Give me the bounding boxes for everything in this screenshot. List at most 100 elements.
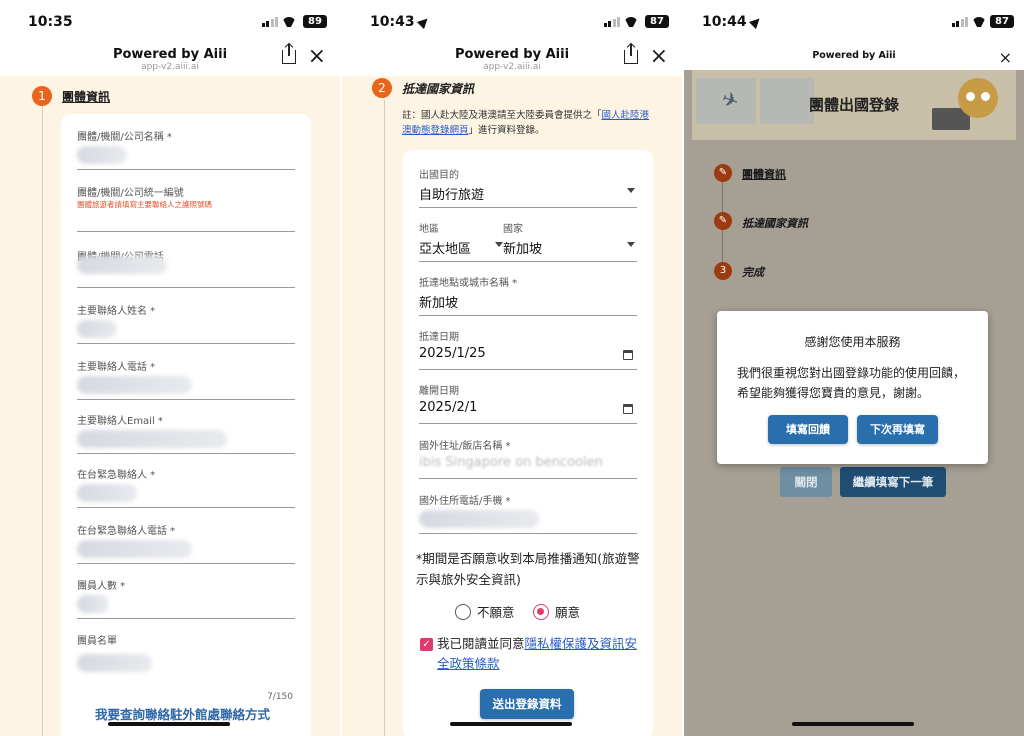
mainland-note: 註：國人赴大陸及港澳請至大陸委員會提供之「國人赴陸港澳動態登錄網頁」進行資料登錄… (402, 110, 650, 136)
status-time: 10:44 (702, 14, 763, 30)
close-icon[interactable]: × (308, 46, 326, 68)
close-icon[interactable]: × (650, 46, 668, 68)
redacted-value (77, 484, 137, 502)
redacted-value (77, 595, 109, 613)
status-time: 10:43 (370, 14, 431, 30)
dropdown-arrow-icon (627, 188, 635, 193)
contact-email-field[interactable]: 主要聯絡人Email * (77, 412, 295, 454)
step-label-group-info[interactable]: 團體資訊 (742, 166, 786, 182)
company-id-field[interactable]: 團體/機關/公司統一編號 團體旅遊者請填寫主要聯絡人之護照號碼 (77, 184, 295, 232)
calendar-icon[interactable] (623, 350, 633, 360)
screen-complete: 10:44 87 Powered by Aiii × ✈ 團體出國登錄 ✎ 團體… (684, 0, 1024, 736)
signal-icon (951, 17, 968, 27)
edit-step-icon: ✎ (714, 164, 732, 182)
calendar-icon[interactable] (623, 404, 633, 414)
step-label[interactable]: 抵達國家資訊 (402, 80, 474, 97)
hero-banner: ✈ 團體出國登錄 (692, 70, 1016, 140)
step-connector (384, 100, 385, 736)
redacted-value (419, 510, 539, 528)
step-label[interactable]: 團體資訊 (62, 88, 110, 105)
agree-text: 我已閱讀並同意隱私權保護及資訊安全政策條款 (437, 636, 638, 671)
wifi-icon (282, 15, 296, 27)
radio-decline[interactable]: 不願意 (455, 602, 515, 621)
dropdown-arrow-icon (495, 242, 503, 247)
company-name-field[interactable]: 團體/機關/公司名稱 * (77, 128, 295, 170)
submit-button[interactable]: 送出登錄資料 (480, 689, 574, 719)
redacted-value (77, 320, 117, 338)
step-number: 2 (372, 78, 392, 98)
member-count-field[interactable]: 團員人數 * (77, 577, 295, 619)
step-connector (42, 106, 43, 736)
redacted-value (77, 540, 192, 558)
emergency-contact-field[interactable]: 在台緊急聯絡人 * (77, 466, 295, 508)
contact-name-field[interactable]: 主要聯絡人姓名 * (77, 302, 295, 344)
dropdown-arrow-icon (627, 242, 635, 247)
company-phone-field[interactable]: 團體/機關/公司電話 (77, 248, 295, 288)
hotel-input[interactable]: 國外住址/飯店名稱 * ibis Singapore on bencoolen (419, 437, 637, 479)
form-card: 團體/機關/公司名稱 * 團體/機關/公司統一編號 團體旅遊者請填寫主要聯絡人之護… (61, 114, 311, 736)
fill-feedback-button[interactable]: 填寫回饋 (768, 415, 848, 444)
screen-group-info: 10:35 89 Powered by Aiii app-v2.aiii.ai … (0, 0, 340, 736)
browser-header: Powered by Aiii app-v2.aiii.ai × (342, 44, 682, 76)
status-bar: 10:43 87 (342, 0, 682, 44)
battery-icon: 87 (645, 15, 669, 28)
location-arrow-icon (416, 14, 431, 30)
step-label-complete: 完成 (742, 266, 764, 279)
push-notification-question: *期間是否願意收到本局推播通知(旅遊警示與旅外安全資訊) (416, 551, 640, 587)
mascot-illustration (958, 78, 998, 118)
country-select[interactable]: 國家 新加坡 (503, 220, 637, 262)
later-button[interactable]: 下次再填寫 (857, 415, 938, 444)
powered-by-title: Powered by Aiii (812, 50, 896, 61)
status-time: 10:35 (28, 14, 73, 30)
step-label-destination[interactable]: 抵達國家資訊 (742, 215, 808, 231)
location-arrow-icon (748, 14, 763, 30)
contact-phone-field[interactable]: 主要聯絡人電話 * (77, 358, 295, 400)
overseas-phone-input[interactable]: 國外住所電話/手機 * (419, 492, 637, 534)
step-number: 1 (32, 86, 52, 106)
close-icon[interactable]: × (999, 48, 1012, 67)
radio-circle (455, 603, 471, 620)
feedback-dialog: 感謝您使用本服務 我們很重視您對出國登錄功能的使用回饋，希望能夠獲得您寶貴的意見… (717, 311, 988, 464)
form-background: 1 團體資訊 團體/機關/公司名稱 * 團體/機關/公司統一編號 團體旅遊者請填寫… (0, 76, 340, 736)
arrival-date-input[interactable]: 抵達日期 2025/1/25 (419, 328, 637, 370)
dialog-body: 我們很重視您對出國登錄功能的使用回饋，希望能夠獲得您寶貴的意見，謝謝。 (737, 366, 966, 400)
step-number: 3 (714, 262, 732, 280)
status-bar: 10:44 87 (684, 0, 1024, 44)
home-indicator (108, 722, 230, 726)
status-bar: 10:35 89 (0, 0, 340, 44)
share-icon[interactable] (624, 44, 638, 64)
wifi-icon (624, 15, 638, 27)
agree-checkbox[interactable]: ✓ (420, 638, 433, 651)
battery-icon: 87 (990, 15, 1014, 28)
redacted-value (77, 654, 152, 672)
purpose-select[interactable]: 出國目的 自助行旅遊 (419, 166, 637, 208)
close-button[interactable]: 關閉 (780, 467, 832, 497)
redacted-value (77, 430, 227, 448)
embassy-contact-link[interactable]: 我要查詢聯絡駐外館處聯絡方式 (95, 704, 270, 723)
redacted-value (77, 376, 192, 394)
screen-destination-info: 10:43 87 Powered by Aiii app-v2.aiii.ai … (342, 0, 682, 736)
continue-next-button[interactable]: 繼續填寫下一筆 (840, 467, 946, 497)
region-select[interactable]: 地區 亞太地區 (419, 220, 505, 262)
battery-icon: 89 (303, 15, 327, 28)
redacted-value (77, 256, 167, 274)
member-list-field[interactable]: 團員名單 (77, 632, 295, 682)
char-counter: 7/150 (267, 692, 293, 702)
home-indicator (450, 722, 572, 726)
signal-icon (603, 17, 620, 27)
radio-circle-selected (533, 603, 549, 620)
dialog-title: 感謝您使用本服務 (804, 335, 901, 349)
redacted-value (77, 146, 127, 164)
signal-icon (261, 17, 278, 27)
radio-accept[interactable]: 願意 (533, 602, 580, 621)
wifi-icon (972, 15, 986, 27)
edit-step-icon: ✎ (714, 212, 732, 230)
field-error: 團體旅遊者請填寫主要聯絡人之護照號碼 (77, 200, 212, 209)
browser-header: Powered by Aiii × (684, 44, 1024, 70)
browser-header: Powered by Aiii app-v2.aiii.ai × (0, 44, 340, 76)
emergency-phone-field[interactable]: 在台緊急聯絡人電話 * (77, 522, 295, 564)
city-input[interactable]: 抵達地點或城市名稱 * 新加坡 (419, 274, 637, 316)
departure-date-input[interactable]: 離開日期 2025/2/1 (419, 382, 637, 424)
home-indicator (792, 722, 914, 726)
share-icon[interactable] (282, 44, 296, 64)
